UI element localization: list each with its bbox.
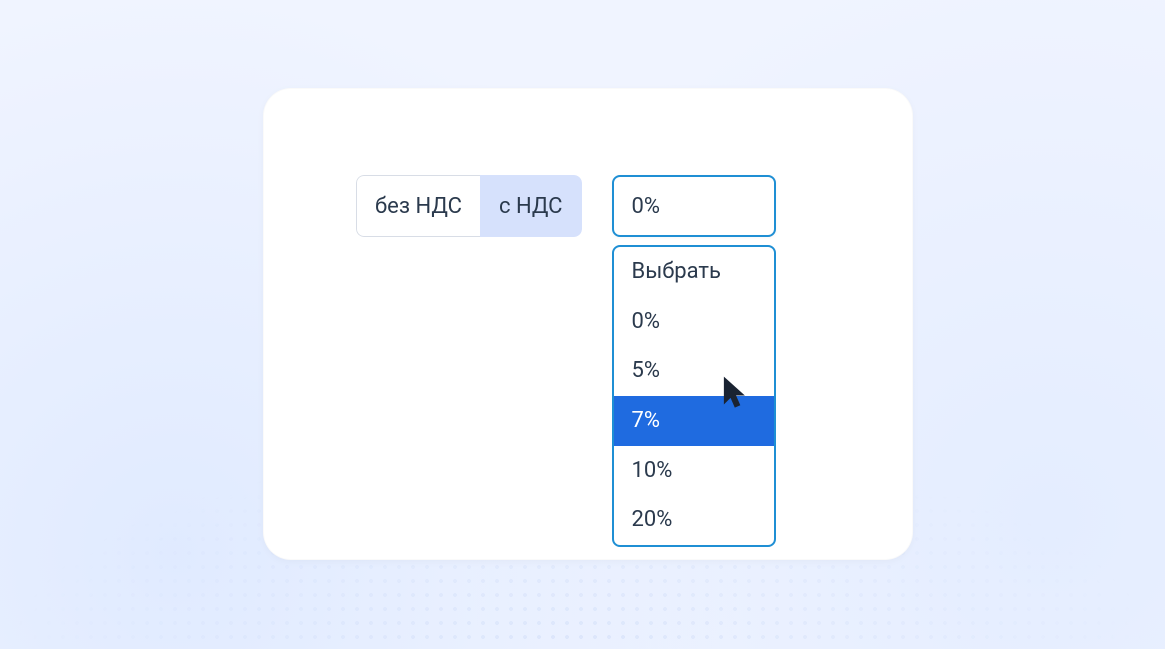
vat-rate-select-wrap: 0% Выбрать 0% 5% 7% 10% bbox=[612, 175, 776, 237]
dropdown-item-0[interactable]: 0% bbox=[614, 297, 774, 347]
dropdown-item-5[interactable]: 5% bbox=[614, 346, 774, 396]
dropdown-item-label: 0% bbox=[632, 309, 660, 334]
dropdown-item-7[interactable]: 7% bbox=[614, 396, 774, 446]
dropdown-item-label: 20% bbox=[632, 507, 673, 532]
controls-row: без НДС с НДС 0% Выбрать 0% 5% bbox=[356, 175, 776, 237]
toggle-without-vat[interactable]: без НДС bbox=[356, 175, 480, 237]
vat-rate-dropdown: Выбрать 0% 5% 7% 10% 20% bbox=[612, 245, 776, 547]
vat-rate-select-value: 0% bbox=[632, 194, 660, 219]
dropdown-item-label: 10% bbox=[632, 458, 673, 483]
dropdown-item-label: 7% bbox=[632, 408, 660, 433]
vat-toggle-group: без НДС с НДС bbox=[356, 175, 582, 237]
toggle-with-vat[interactable]: с НДС bbox=[480, 175, 582, 237]
dropdown-item-label: 5% bbox=[632, 358, 660, 383]
vat-rate-select[interactable]: 0% bbox=[612, 175, 776, 237]
toggle-without-vat-label: без НДС bbox=[375, 194, 462, 219]
dropdown-item-10[interactable]: 10% bbox=[614, 446, 774, 496]
dropdown-item-placeholder[interactable]: Выбрать bbox=[614, 247, 774, 297]
dropdown-item-20[interactable]: 20% bbox=[614, 495, 774, 545]
settings-card: без НДС с НДС 0% Выбрать 0% 5% bbox=[263, 88, 913, 560]
dropdown-item-label: Выбрать bbox=[632, 259, 721, 284]
toggle-with-vat-label: с НДС bbox=[499, 194, 563, 219]
